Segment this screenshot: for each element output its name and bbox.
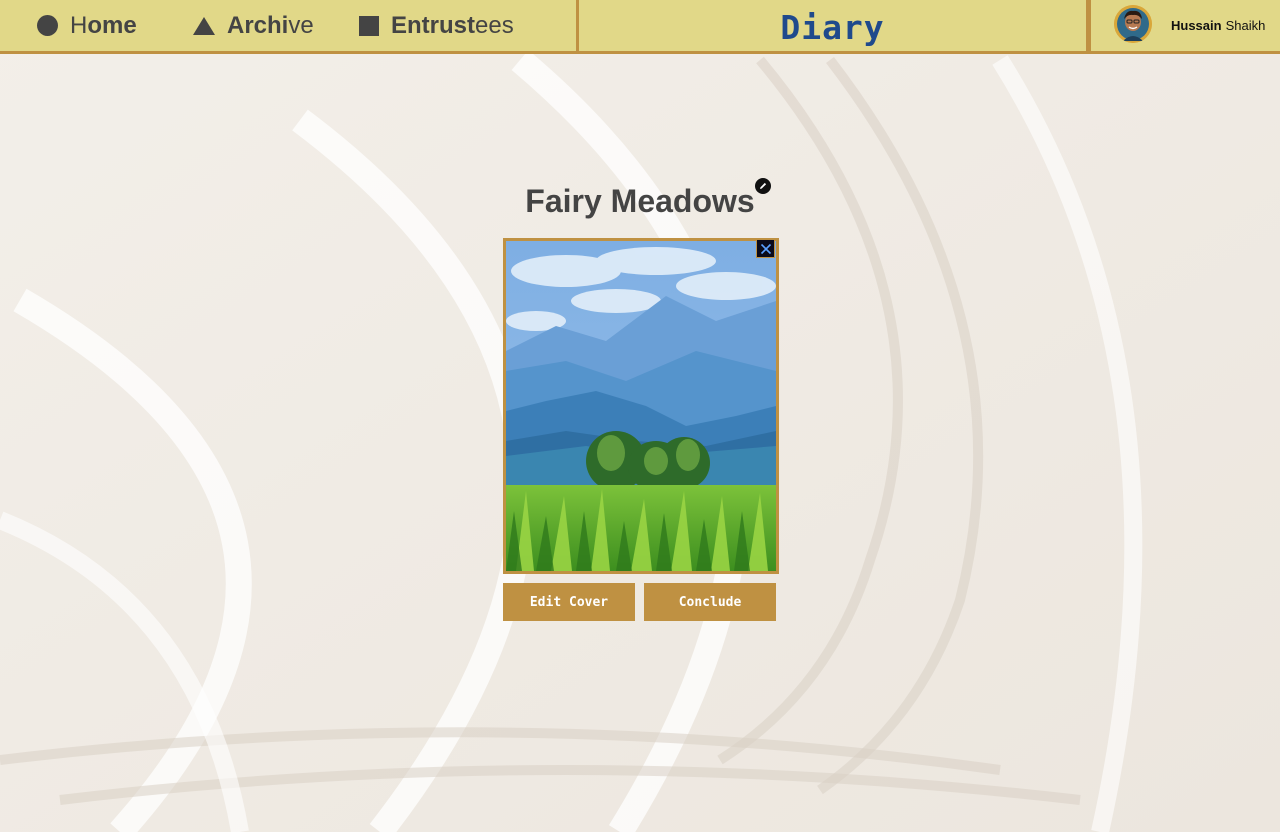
pencil-icon[interactable] — [755, 178, 771, 194]
circle-icon — [37, 15, 58, 36]
diary-title: Fairy Meadows — [525, 183, 755, 219]
nav-home-label: ome — [87, 11, 137, 39]
square-icon — [359, 15, 379, 36]
avatar[interactable] — [1114, 5, 1152, 43]
nav-entrustees-label-rest: ees — [475, 11, 514, 39]
nav-entrustees-label-strong: Entrust — [391, 11, 475, 39]
cover-image — [503, 238, 779, 574]
conclude-button[interactable]: Conclude — [644, 583, 776, 621]
avatar-image — [1114, 5, 1152, 43]
user-name[interactable]: Hussain Shaikh — [1171, 0, 1265, 51]
nav-archive-label-rest: ve — [288, 11, 314, 39]
user-first-name: Hussain — [1171, 18, 1222, 33]
nav-home[interactable]: Home — [37, 0, 137, 51]
nav-divider — [1086, 0, 1094, 51]
nav-home-prefix: H — [70, 11, 88, 39]
nav-archive-label-strong: Archi — [227, 11, 289, 39]
edit-cover-button[interactable]: Edit Cover — [503, 583, 635, 621]
user-last-name: Shaikh — [1225, 18, 1266, 33]
brand-title: Diary — [780, 8, 885, 47]
nav-entrustees[interactable]: Entrust ees — [359, 0, 514, 51]
triangle-icon — [193, 16, 215, 35]
close-icon[interactable] — [756, 239, 775, 258]
nav-archive[interactable]: Archi ve — [193, 0, 314, 51]
title-container: Fairy Meadows — [0, 183, 1280, 220]
top-navigation: Home Archi ve Entrust ees Diary Hussain Sh… — [0, 0, 1280, 54]
